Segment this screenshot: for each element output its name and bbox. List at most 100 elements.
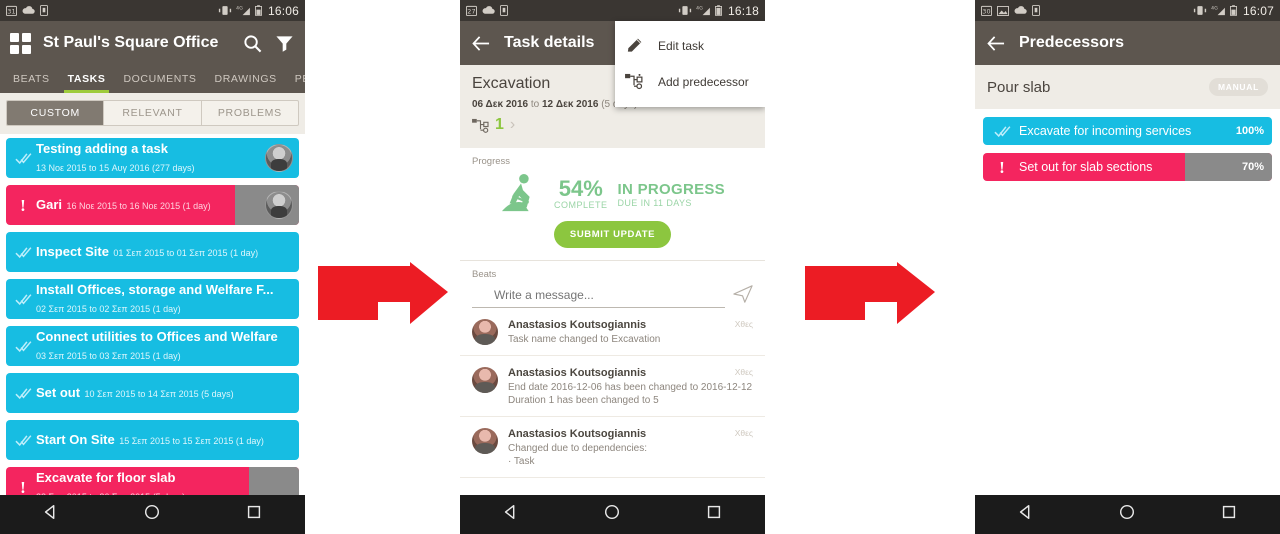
task-title: Set out <box>36 385 81 400</box>
task-row[interactable]: Install Offices, storage and Welfare F..… <box>6 279 299 319</box>
search-icon[interactable] <box>243 32 263 54</box>
tab-beats[interactable]: BEATS <box>4 73 59 93</box>
double-check-icon <box>12 340 34 353</box>
tab-tasks[interactable]: TASKS <box>59 73 115 93</box>
beat-timestamp: Χθες <box>734 367 753 377</box>
signal-4g-icon: 4G <box>1211 6 1225 16</box>
cloud-upload-icon <box>22 6 35 14</box>
nav-back-icon[interactable] <box>1017 503 1035 526</box>
double-check-icon <box>991 125 1013 138</box>
menu-label: Edit task <box>658 38 705 53</box>
tab-documents[interactable]: DOCUMENTS <box>114 73 205 93</box>
avatar <box>472 367 498 393</box>
avatar <box>472 319 498 345</box>
submit-update-button[interactable]: SUBMIT UPDATE <box>553 221 672 248</box>
grid-icon[interactable] <box>10 32 31 54</box>
status-bar: 27 4G 16:18 <box>460 0 765 21</box>
nav-back-icon[interactable] <box>42 503 60 526</box>
chevron-right-icon: › <box>509 116 516 133</box>
beat-author: Anastasios Koutsogiannis <box>508 319 647 331</box>
task-row[interactable]: Connect utilities to Offices and Welfare… <box>6 326 299 366</box>
pencil-icon <box>627 38 642 52</box>
android-nav-bar <box>460 495 765 534</box>
tab-drawings[interactable]: DRAWINGS <box>206 73 286 93</box>
progress-percent: 54% <box>558 176 603 201</box>
section-tabs: BEATS TASKS DOCUMENTS DRAWINGS PEOPLE <box>0 65 305 93</box>
overflow-menu: Edit task Add predecessor <box>615 21 765 107</box>
nav-recents-icon[interactable] <box>705 503 723 526</box>
nav-recents-icon[interactable] <box>1220 503 1238 526</box>
signal-4g-icon: 4G <box>696 6 710 16</box>
predecessor-summary[interactable]: 1 › <box>472 116 753 134</box>
app-bar: Predecessors <box>975 21 1280 65</box>
svg-text:31: 31 <box>7 7 16 15</box>
nav-home-icon[interactable] <box>1118 503 1136 526</box>
flow-arrow <box>805 262 935 324</box>
sdcard-icon <box>1032 5 1040 16</box>
date-separator: to <box>528 99 542 110</box>
filter-icon[interactable] <box>275 32 295 54</box>
avatar <box>472 428 498 454</box>
predecessor-title: Excavate for incoming services <box>1019 124 1192 138</box>
task-title: Excavate for floor slab <box>36 470 176 485</box>
beat-item[interactable]: Anastasios Koutsogiannis Χθες Task name … <box>460 308 765 356</box>
cloud-upload-icon <box>1014 6 1027 14</box>
predecessor-percent: 100% <box>1235 125 1264 137</box>
back-arrow-icon[interactable] <box>470 32 492 54</box>
image-icon <box>997 5 1009 16</box>
menu-label: Add predecessor <box>658 74 749 89</box>
sdcard-icon <box>40 5 48 16</box>
task-title: Testing adding a task <box>36 141 168 156</box>
task-row[interactable]: Inspect Site 01 Σεπ 2015 to 01 Σεπ 2015 … <box>6 232 299 272</box>
message-input[interactable] <box>472 284 725 308</box>
predecessor-row[interactable]: Excavate for incoming services 100% <box>983 117 1272 145</box>
worker-digging-icon <box>501 173 530 212</box>
svg-text:4G: 4G <box>696 6 703 12</box>
page-title: St Paul's Square Office,... <box>43 34 219 51</box>
add-predecessor-icon <box>625 73 643 90</box>
status-bar: 30 4G 16:07 <box>975 0 1280 21</box>
back-arrow-icon[interactable] <box>985 32 1007 54</box>
tab-people[interactable]: PEOPLE <box>286 73 305 93</box>
segment-relevant[interactable]: RELEVANT <box>104 101 202 125</box>
task-dates: 02 Σεπ 2015 to 02 Σεπ 2015 (1 day) <box>36 304 181 314</box>
send-paperplane-icon[interactable] <box>733 284 753 304</box>
progress-percent-label: COMPLETE <box>553 200 608 210</box>
menu-item-edit-task[interactable]: Edit task <box>615 27 765 64</box>
beat-author: Anastasios Koutsogiannis <box>508 428 647 440</box>
filter-segmented-control: CUSTOM RELEVANT PROBLEMS <box>0 93 305 134</box>
segment-custom[interactable]: CUSTOM <box>7 101 105 125</box>
task-row[interactable]: Set out 10 Σεπ 2015 to 14 Σεπ 2015 (5 da… <box>6 373 299 413</box>
task-title: Gari <box>36 197 63 212</box>
double-check-icon <box>12 152 34 165</box>
nav-home-icon[interactable] <box>603 503 621 526</box>
nav-recents-icon[interactable] <box>245 503 263 526</box>
menu-item-add-predecessor[interactable]: Add predecessor <box>615 64 765 99</box>
battery-icon <box>254 5 262 16</box>
predecessor-percent: 70% <box>1241 161 1264 173</box>
predecessor-row[interactable]: ! Set out for slab sections 70% <box>983 153 1272 181</box>
task-list: Testing adding a task 13 Νοε 2015 to 15 … <box>0 134 305 507</box>
cloud-upload-icon <box>482 6 495 14</box>
phone-screen-task-list: 31 4G 16:06 St Paul's Square Office,... <box>0 0 305 534</box>
calendar-31-icon: 31 <box>6 5 17 16</box>
beat-item[interactable]: Anastasios Koutsogiannis Χθες End date 2… <box>460 356 765 417</box>
phone-screen-predecessors: 30 4G 16:07 Predecessors Pour slab MANUA… <box>975 0 1280 534</box>
exclamation-icon: ! <box>20 477 26 497</box>
beat-item[interactable]: Anastasios Koutsogiannis Χθες Changed du… <box>460 417 765 478</box>
task-title: Inspect Site <box>36 244 109 259</box>
calendar-30-icon: 30 <box>981 5 992 16</box>
nav-home-icon[interactable] <box>143 503 161 526</box>
segment-problems[interactable]: PROBLEMS <box>202 101 298 125</box>
avatar <box>265 144 293 172</box>
status-badge: MANUAL <box>1208 78 1268 96</box>
task-end-date: 12 Δεκ 2016 <box>541 99 599 110</box>
page-title: Predecessors <box>1019 34 1124 51</box>
status-bar-time: 16:07 <box>1242 3 1274 18</box>
task-row[interactable]: Testing adding a task 13 Νοε 2015 to 15 … <box>6 138 299 178</box>
beat-text: End date 2016-12-06 has been changed to … <box>508 382 753 406</box>
task-row[interactable]: ! Gari 16 Νοε 2015 to 16 Νοε 2015 (1 day… <box>6 185 299 225</box>
double-check-icon <box>12 387 34 400</box>
nav-back-icon[interactable] <box>502 503 520 526</box>
task-row[interactable]: Start On Site 15 Σεπ 2015 to 15 Σεπ 2015… <box>6 420 299 460</box>
